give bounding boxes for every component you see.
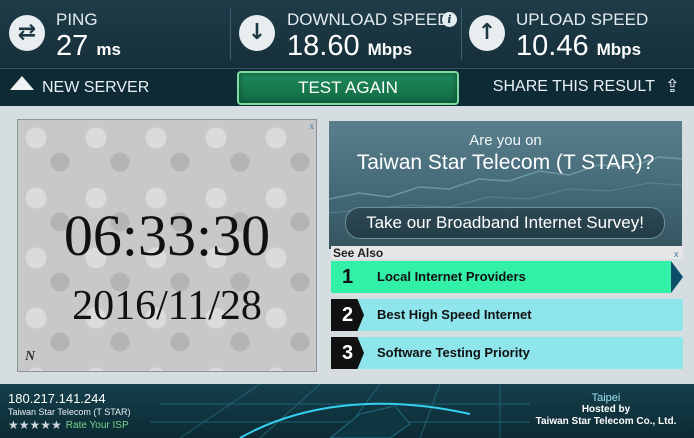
client-isp: Taiwan Star Telecom (T STAR) — [8, 407, 131, 417]
client-info: 180.217.141.244 Taiwan Star Telecom (T S… — [8, 391, 131, 432]
host-info: Taipei Hosted by Taiwan Star Telecom Co.… — [526, 392, 686, 428]
results-bar: ⇄ PING 27 ms ↓ DOWNLOAD SPEED i 18.60 Mb… — [0, 0, 694, 69]
download-unit: Mbps — [367, 40, 413, 59]
link-3-text: Software Testing Priority — [377, 345, 530, 360]
ping-icon: ⇄ — [9, 15, 45, 51]
ping-value: 27 ms — [56, 30, 121, 63]
new-server-triangle-icon — [10, 76, 34, 90]
link-1-number: 1 — [341, 266, 354, 288]
new-server-label: NEW SERVER — [42, 79, 150, 96]
link-2-text: Best High Speed Internet — [377, 307, 532, 322]
download-label: DOWNLOAD SPEED — [287, 10, 450, 29]
upload-unit: Mbps — [596, 40, 642, 59]
ad-choices-icon[interactable]: x — [674, 249, 679, 259]
clock-logo-mark: N — [25, 349, 36, 364]
upload-number: 10.46 — [516, 30, 589, 62]
clock-time: 06:33:30 — [63, 203, 271, 268]
content-area: x 06:33:30 2016/11/28 N Are you on Taiwa… — [0, 106, 694, 384]
survey-isp-name: Taiwan Star Telecom (T STAR)? — [356, 151, 655, 174]
action-bar: NEW SERVER TEST AGAIN SHARE THIS RESULT ⇪ — [0, 68, 694, 106]
upload-value: 10.46 Mbps — [516, 30, 641, 63]
link-1-arrow-icon — [671, 261, 683, 293]
hosted-by-label: Hosted by — [581, 404, 631, 415]
upload-arrow-icon: ↑ — [469, 15, 505, 51]
upload-label: UPLOAD SPEED — [516, 10, 649, 29]
download-arrow-icon: ↓ — [239, 15, 275, 51]
link-1-text: Local Internet Providers — [377, 269, 526, 284]
see-also-link-1[interactable]: 1 Local Internet Providers — [331, 261, 683, 293]
ping-label: PING — [56, 10, 98, 29]
download-value: 18.60 Mbps — [287, 30, 412, 63]
download-number: 18.60 — [287, 30, 360, 62]
see-also-link-3[interactable]: 3 Software Testing Priority — [331, 337, 683, 369]
link-2-number: 2 — [331, 299, 364, 331]
see-also-heading: See Also — [331, 246, 683, 260]
see-also-link-2[interactable]: 2 Best High Speed Internet — [331, 299, 683, 331]
survey-cta-button[interactable]: Take our Broadband Internet Survey! — [345, 207, 665, 239]
isp-survey-banner[interactable]: Are you on Taiwan Star Telecom (T STAR)?… — [329, 121, 682, 249]
ad-choices-icon[interactable]: x — [310, 121, 315, 131]
rate-isp-label[interactable]: Rate Your ISP — [66, 420, 129, 431]
test-again-button[interactable]: TEST AGAIN — [237, 71, 459, 105]
share-result-button[interactable]: SHARE THIS RESULT ⇪ — [493, 76, 680, 97]
download-stat: ↓ DOWNLOAD SPEED i 18.60 Mbps — [231, 0, 461, 68]
survey-question: Are you on — [469, 132, 542, 149]
ping-unit: ms — [96, 40, 121, 59]
clock-ad[interactable]: x 06:33:30 2016/11/28 N — [17, 119, 317, 372]
ping-stat: ⇄ PING 27 ms — [0, 0, 230, 68]
star-icon[interactable]: ★★★★★ — [8, 418, 62, 432]
host-city: Taipei — [591, 392, 621, 404]
host-company: Taiwan Star Telecom Co., Ltd. — [535, 416, 677, 427]
rate-isp[interactable]: ★★★★★ Rate Your ISP — [8, 418, 131, 432]
link-3-number: 3 — [331, 337, 364, 369]
server-info-bar: 180.217.141.244 Taiwan Star Telecom (T S… — [0, 384, 694, 438]
share-icon: ⇪ — [664, 76, 680, 96]
info-icon[interactable]: i — [442, 12, 457, 27]
share-label: SHARE THIS RESULT — [492, 78, 655, 95]
upload-stat: ↑ UPLOAD SPEED 10.46 Mbps — [462, 0, 694, 68]
new-server-button[interactable]: NEW SERVER — [10, 76, 149, 97]
ping-number: 27 — [56, 30, 89, 62]
clock-date: 2016/11/28 — [72, 283, 262, 329]
client-ip: 180.217.141.244 — [8, 391, 106, 406]
